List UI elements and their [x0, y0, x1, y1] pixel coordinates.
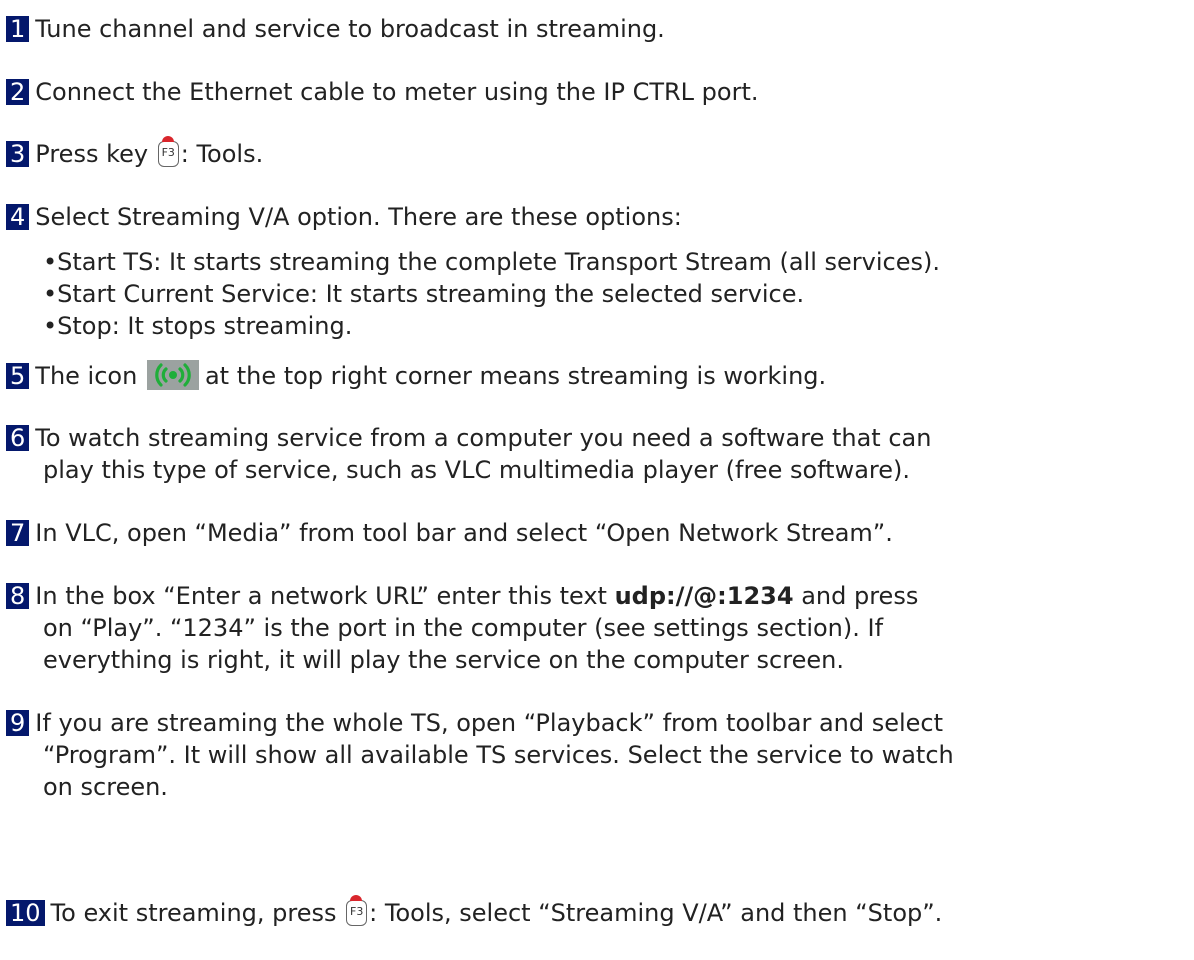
options-list: •Start TS: It starts streaming the compl… — [6, 246, 1184, 342]
step-text: play this type of service, such as VLC m… — [43, 455, 911, 484]
step-text: on “Play”. “1234” is the port in the com… — [43, 613, 884, 642]
step-text: Press key — [35, 140, 149, 168]
step-9: 9 If you are streaming the whole TS, open… — [6, 708, 1184, 804]
streaming-icon — [146, 360, 199, 390]
step-text: To exit streaming, press — [50, 899, 337, 927]
step-text: In the box “Enter a network URL” enter t… — [35, 582, 607, 610]
url-text: udp://@:1234 — [614, 582, 794, 610]
step-number: 9 — [6, 710, 30, 736]
step-text: “Program”. It will show all available TS… — [43, 740, 954, 769]
list-item: •Start TS: It starts streaming the compl… — [43, 247, 940, 276]
step-text: everything is right, it will play the se… — [43, 645, 844, 674]
step-6: 6 To watch streaming service from a compu… — [6, 423, 1184, 487]
step-text: The icon — [35, 362, 138, 390]
key-led-icon — [161, 136, 174, 142]
step-text: at the top right corner means streaming … — [204, 362, 827, 390]
step-text: To watch streaming service from a comput… — [35, 424, 932, 452]
step-number: 10 — [6, 900, 45, 926]
step-10: 10 To exit streaming, press F3: Tools, se… — [6, 895, 1184, 930]
step-number: 1 — [6, 16, 30, 42]
step-text: Select Streaming V/A option. There are t… — [35, 203, 682, 231]
step-3: 3 Press key F3: Tools. — [6, 136, 1184, 171]
step-text: : Tools. — [180, 140, 264, 168]
step-text: Connect the Ethernet cable to meter usin… — [35, 78, 759, 106]
step-text: : Tools, select “Streaming V/A” and then… — [369, 899, 943, 927]
step-text: In VLC, open “Media” from tool bar and s… — [35, 519, 893, 547]
step-5: 5 The icon at the top right corner means … — [6, 360, 1184, 393]
key-led-icon — [350, 895, 363, 901]
step-number: 8 — [6, 583, 30, 609]
step-text: If you are streaming the whole TS, open … — [35, 709, 944, 737]
step-8: 8 In the box “Enter a network URL” enter … — [6, 581, 1184, 677]
step-number: 6 — [6, 425, 30, 451]
step-text: and press — [801, 582, 919, 610]
step-number: 7 — [6, 520, 30, 546]
list-item: •Stop: It stops streaming. — [43, 311, 353, 340]
step-number: 3 — [6, 141, 30, 167]
step-2: 2 Connect the Ethernet cable to meter usi… — [6, 77, 1184, 109]
f3-key-icon: F3 — [157, 136, 179, 167]
step-7: 7 In VLC, open “Media” from tool bar and … — [6, 518, 1184, 550]
step-text: Tune channel and service to broadcast in… — [35, 15, 665, 43]
list-item: •Start Current Service: It starts stream… — [43, 279, 805, 308]
step-1: 1 Tune channel and service to broadcast i… — [6, 14, 1184, 46]
step-number: 2 — [6, 79, 30, 105]
f3-key-icon: F3 — [346, 895, 368, 926]
step-number: 4 — [6, 204, 30, 230]
step-number: 5 — [6, 363, 30, 389]
step-4: 4 Select Streaming V/A option. There are … — [6, 202, 1184, 342]
step-text: on screen. — [43, 772, 168, 801]
